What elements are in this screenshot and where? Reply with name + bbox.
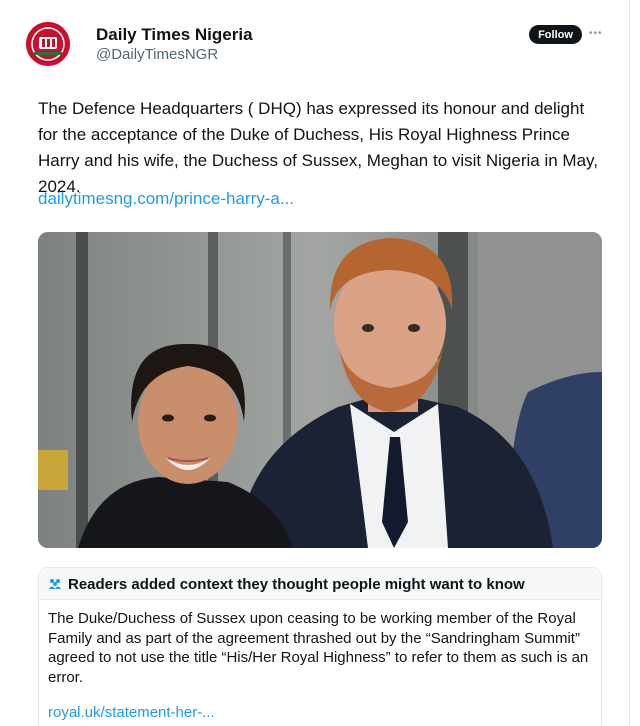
avatar[interactable] xyxy=(26,22,70,66)
author-handle[interactable]: @DailyTimesNGR xyxy=(96,46,218,63)
ellipsis-icon[interactable]: ••• xyxy=(589,28,603,39)
community-note-header: Readers added context they thought peopl… xyxy=(39,568,601,600)
timeline-divider xyxy=(629,0,630,726)
community-note-title: Readers added context they thought peopl… xyxy=(68,576,525,593)
community-note-source-link[interactable]: royal.uk/statement-her-... xyxy=(48,704,215,721)
daily-times-logo-icon xyxy=(26,22,70,66)
author-display-name[interactable]: Daily Times Nigeria xyxy=(96,25,253,45)
people-icon xyxy=(49,579,61,589)
article-link[interactable]: dailytimesng.com/prince-harry-a... xyxy=(38,189,294,209)
follow-button[interactable]: Follow xyxy=(529,25,582,44)
post-photo[interactable] xyxy=(38,232,602,548)
community-note: Readers added context they thought peopl… xyxy=(38,567,602,726)
post-text: The Defence Headquarters ( DHQ) has expr… xyxy=(38,99,598,196)
community-note-text: The Duke/Duchess of Sussex upon ceasing … xyxy=(48,610,589,686)
photo-image xyxy=(38,232,602,548)
